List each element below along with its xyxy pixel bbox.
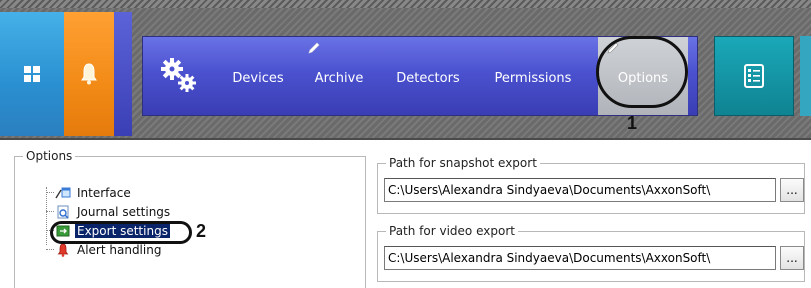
settings-gears[interactable] <box>143 37 217 115</box>
video-browse-button[interactable]: ... <box>780 246 804 270</box>
snapshot-browse-button[interactable]: ... <box>780 178 804 202</box>
menu-permissions-label: Permissions <box>494 70 572 86</box>
tree-item-interface[interactable]: Interface <box>39 183 172 202</box>
report-tile[interactable] <box>714 36 794 116</box>
checklist-icon <box>744 64 764 88</box>
callout-number-1: 1 <box>627 113 638 133</box>
options-group-title: Options <box>23 149 76 163</box>
pencil-icon <box>308 42 320 54</box>
tree-item-label: Interface <box>77 185 131 200</box>
menu-devices[interactable]: Devices <box>217 37 299 115</box>
export-icon <box>55 224 71 238</box>
tree-item-label: Journal settings <box>77 204 171 219</box>
next-tile-edge <box>800 36 811 116</box>
menu-detectors-label: Detectors <box>396 70 460 86</box>
options-groupbox: Options Interface Journal settings Expor… <box>14 149 366 288</box>
alerts-tile[interactable] <box>64 12 114 136</box>
menu-detectors[interactable]: Detectors <box>379 37 477 115</box>
options-tree: Interface Journal settings Export settin… <box>39 183 172 259</box>
bell-icon <box>81 63 97 85</box>
menu-devices-label: Devices <box>232 70 284 86</box>
gears-icon <box>161 58 196 92</box>
menu-options-label: Options <box>617 70 669 86</box>
callout-number-2: 2 <box>196 221 207 241</box>
alert-icon <box>55 243 71 257</box>
snapshot-path-field[interactable]: C:\Users\Alexandra Sindyaeva\Documents\A… <box>384 178 776 202</box>
side-strip <box>114 12 132 136</box>
tree-item-journal-settings[interactable]: Journal settings <box>39 202 172 221</box>
snapshot-export-groupbox: Path for snapshot export C:\Users\Alexan… <box>377 156 805 214</box>
video-path-field[interactable]: C:\Users\Alexandra Sindyaeva\Documents\A… <box>384 246 776 270</box>
windows-logo-icon <box>24 66 40 82</box>
tree-item-alert-handling[interactable]: Alert handling <box>39 240 172 259</box>
menu-options[interactable]: Options <box>598 37 688 115</box>
main-menu-bar: Devices Archive Detectors Permissions Op… <box>142 36 698 116</box>
menu-archive[interactable]: Archive <box>299 37 379 115</box>
menu-archive-label: Archive <box>314 70 364 86</box>
windows-tile[interactable] <box>0 12 64 136</box>
snapshot-export-title: Path for snapshot export <box>386 156 540 170</box>
tree-item-label: Alert handling <box>77 242 162 257</box>
pencil-icon <box>607 42 619 54</box>
interface-icon <box>55 186 71 200</box>
top-toolbar: Devices Archive Detectors Permissions Op… <box>0 0 811 140</box>
journal-icon <box>55 205 71 219</box>
menu-permissions[interactable]: Permissions <box>477 37 589 115</box>
video-export-groupbox: Path for video export C:\Users\Alexandra… <box>377 224 805 282</box>
video-export-title: Path for video export <box>386 224 518 238</box>
tree-item-label: Export settings <box>75 223 170 238</box>
tree-item-export-settings[interactable]: Export settings <box>39 221 172 240</box>
